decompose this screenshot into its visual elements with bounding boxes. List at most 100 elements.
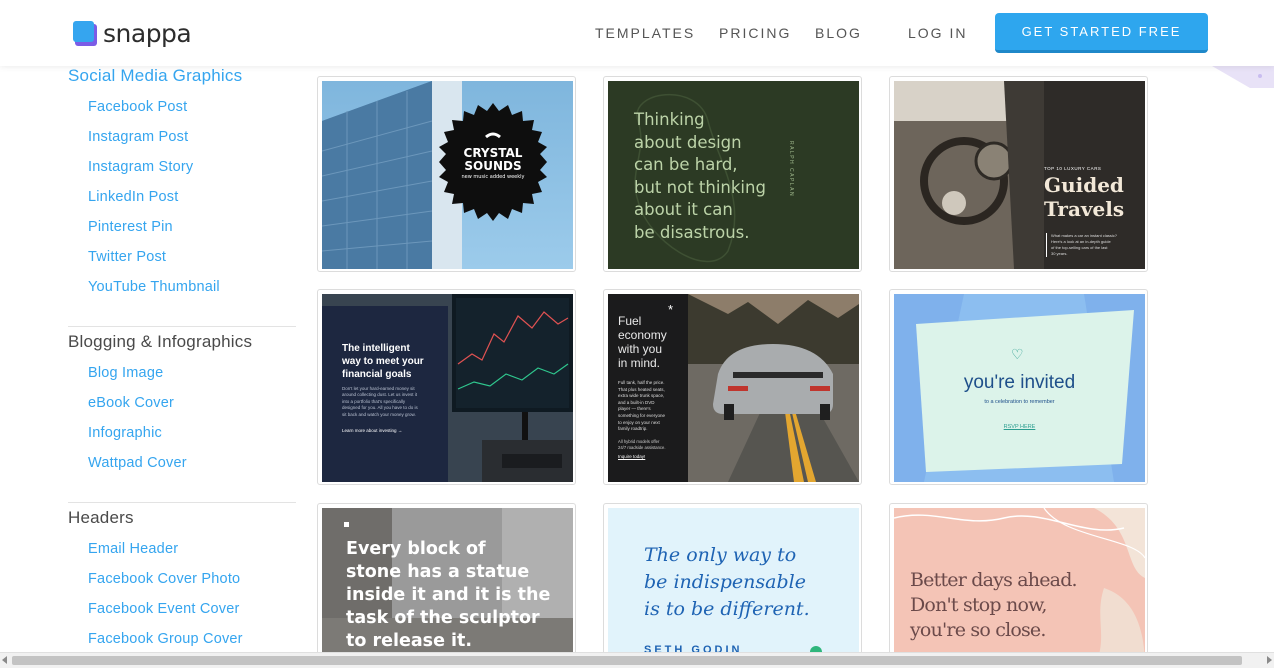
scroll-left-arrow-icon[interactable] [2,656,7,664]
template-thumbnail: * Fuel economy with you in mind. Full ta… [608,294,859,482]
quote-line: can be hard, [634,155,738,175]
snappa-logo[interactable]: snappa [73,19,192,48]
quote-line: you're so close. [910,619,1046,641]
template-body: What makes a car an instant classic? Her… [1046,233,1117,257]
template-body: Full tank, half the price. That plus hea… [618,380,665,433]
template-thumbnail: CRYSTAL SOUNDS new music added weekly [322,81,573,269]
template-title: you're invited [963,372,1076,393]
quote-author: RALPH CAPLAN [788,141,794,198]
headline-line: financial goals [342,369,412,380]
template-card-crystal-sounds[interactable]: CRYSTAL SOUNDS new music added weekly [317,76,576,272]
template-body: Don't let your hard-earned money sit aro… [342,386,418,418]
template-thumbnail: TOP 10 LUXURY CARS Guided Travels What m… [894,81,1145,269]
sidebar-link-instagram-post[interactable]: Instagram Post [88,129,188,145]
quote-text: Thinking about design can be hard, but n… [634,109,766,245]
logo-wordmark: snappa [103,19,192,48]
template-card-fuel-economy[interactable]: * Fuel economy with you in mind. Full ta… [603,289,862,485]
template-kicker: TOP 10 LUXURY CARS [1044,166,1102,171]
sidebar-link-twitter-post[interactable]: Twitter Post [88,249,166,265]
quote-line: about design [634,132,742,152]
nav-blog-link[interactable]: BLOG [815,25,862,41]
template-thumbnail: The only way to be indispensable is to b… [608,508,859,668]
template-card-financial-goals[interactable]: The intelligent way to meet your financi… [317,289,576,485]
category-headers[interactable]: Headers [68,508,134,528]
quote-line: inside it and it is the [346,585,551,605]
title-line: Travels [1044,197,1125,221]
sidebar-link-infographic[interactable]: Infographic [88,425,162,441]
template-card-sculptor-quote[interactable]: Every block of stone has a statue inside… [317,503,576,668]
sidebar-link-pinterest-pin[interactable]: Pinterest Pin [88,219,173,235]
sidebar-link-facebook-event-cover[interactable]: Facebook Event Cover [88,601,240,617]
template-card-better-days[interactable]: Better days ahead. Don't stop now, you'r… [889,503,1148,668]
sidebar-divider [68,326,296,327]
corner-decoration [1204,66,1274,92]
quote-line: Every block of [346,539,486,559]
nav-login-link[interactable]: LOG IN [908,25,967,41]
body-line: extra wide trunk space, [618,393,665,399]
template-subtitle: new music added weekly [461,174,525,180]
quote-line: about it can [634,200,733,220]
quote-line: The only way to [644,544,797,566]
template-title-line2: SOUNDS [464,159,522,173]
body-line: family roadtrip. [618,426,648,432]
quote-line: to release it. [346,631,473,651]
template-card-indispensable-quote[interactable]: The only way to be indispensable is to b… [603,503,862,668]
get-started-free-button[interactable]: GET STARTED FREE [995,13,1208,53]
headline-line: Fuel [618,314,642,328]
quote-line: is to be different. [644,598,810,620]
sidebar-link-linkedin-post[interactable]: LinkedIn Post [88,189,178,205]
asterisk-icon: * [668,302,674,317]
body-line: designed for you. All you have to do is [342,405,418,411]
template-card-guided-travels[interactable]: TOP 10 LUXURY CARS Guided Travels What m… [889,76,1148,272]
note-line: 24/7 roadside assistance. [618,445,666,451]
template-card-youre-invited[interactable]: ♡ you're invited to a celebration to rem… [889,289,1148,485]
template-note: All hybrid models offer 24/7 roadside as… [618,439,666,452]
headline-line: way to meet your [342,356,424,367]
template-thumbnail: Thinking about design can be hard, but n… [608,81,859,269]
sidebar-link-instagram-story[interactable]: Instagram Story [88,159,193,175]
snappa-logo-icon [73,20,97,47]
quote-line: be indispensable [644,571,806,593]
sidebar-link-email-header[interactable]: Email Header [88,541,178,557]
sidebar-link-blog-image[interactable]: Blog Image [88,365,163,381]
scrollbar-thumb[interactable] [12,656,1242,665]
sidebar-link-ebook-cover[interactable]: eBook Cover [88,395,174,411]
body-line: 30 years. [1051,251,1068,256]
quote-text: Better days ahead. Don't stop now, you'r… [910,568,1078,643]
quote-line: stone has a statue [346,562,530,582]
body-line: player — there's [618,406,651,412]
sidebar-link-facebook-group-cover[interactable]: Facebook Group Cover [88,631,243,647]
body-line: and a built-in DVD [618,399,655,405]
quote-line: Don't stop now, [910,594,1047,616]
top-navigation-bar: snappa TEMPLATES PRICING BLOG LOG IN GET… [0,0,1274,66]
champagne-glasses-icon: ♡ [1011,346,1024,362]
quote-line: Better days ahead. [910,569,1078,591]
quote-text: The only way to be indispensable is to b… [644,542,810,623]
sidebar-link-facebook-post[interactable]: Facebook Post [88,99,187,115]
sidebar-link-wattpad-cover[interactable]: Wattpad Cover [88,455,187,471]
template-card-design-quote[interactable]: Thinking about design can be hard, but n… [603,76,862,272]
category-social-media-graphics[interactable]: Social Media Graphics [68,66,242,86]
template-headline: The intelligent way to meet your financi… [342,342,424,381]
body-line: Full tank, half the price. [618,380,665,385]
headline-line: in mind. [618,356,661,370]
sidebar-link-youtube-thumbnail[interactable]: YouTube Thumbnail [88,279,220,295]
horizontal-scrollbar[interactable] [0,652,1274,668]
template-thumbnail: Every block of stone has a statue inside… [322,508,573,668]
sidebar-link-facebook-cover-photo[interactable]: Facebook Cover Photo [88,571,240,587]
nav-templates-link[interactable]: TEMPLATES [595,25,695,41]
quote-line: but not thinking [634,177,766,197]
scroll-right-arrow-icon[interactable] [1267,656,1272,664]
rsvp-link: RSVP HERE [1003,424,1036,430]
template-thumbnail: Better days ahead. Don't stop now, you'r… [894,508,1145,668]
nav-pricing-link[interactable]: PRICING [719,25,791,41]
template-headline: Fuel economy with you in mind. [618,314,667,370]
link-text: Learn more about investing [342,428,397,433]
quote-line: Thinking [634,110,705,129]
body-line: sit back and watch your money grow. [342,411,416,417]
template-thumbnail: ♡ you're invited to a celebration to rem… [894,294,1145,482]
headline-line: economy [618,328,667,342]
category-blogging-infographics[interactable]: Blogging & Infographics [68,332,252,352]
template-link: Learn more about investing → [342,428,402,433]
suv-road-image [688,294,859,482]
